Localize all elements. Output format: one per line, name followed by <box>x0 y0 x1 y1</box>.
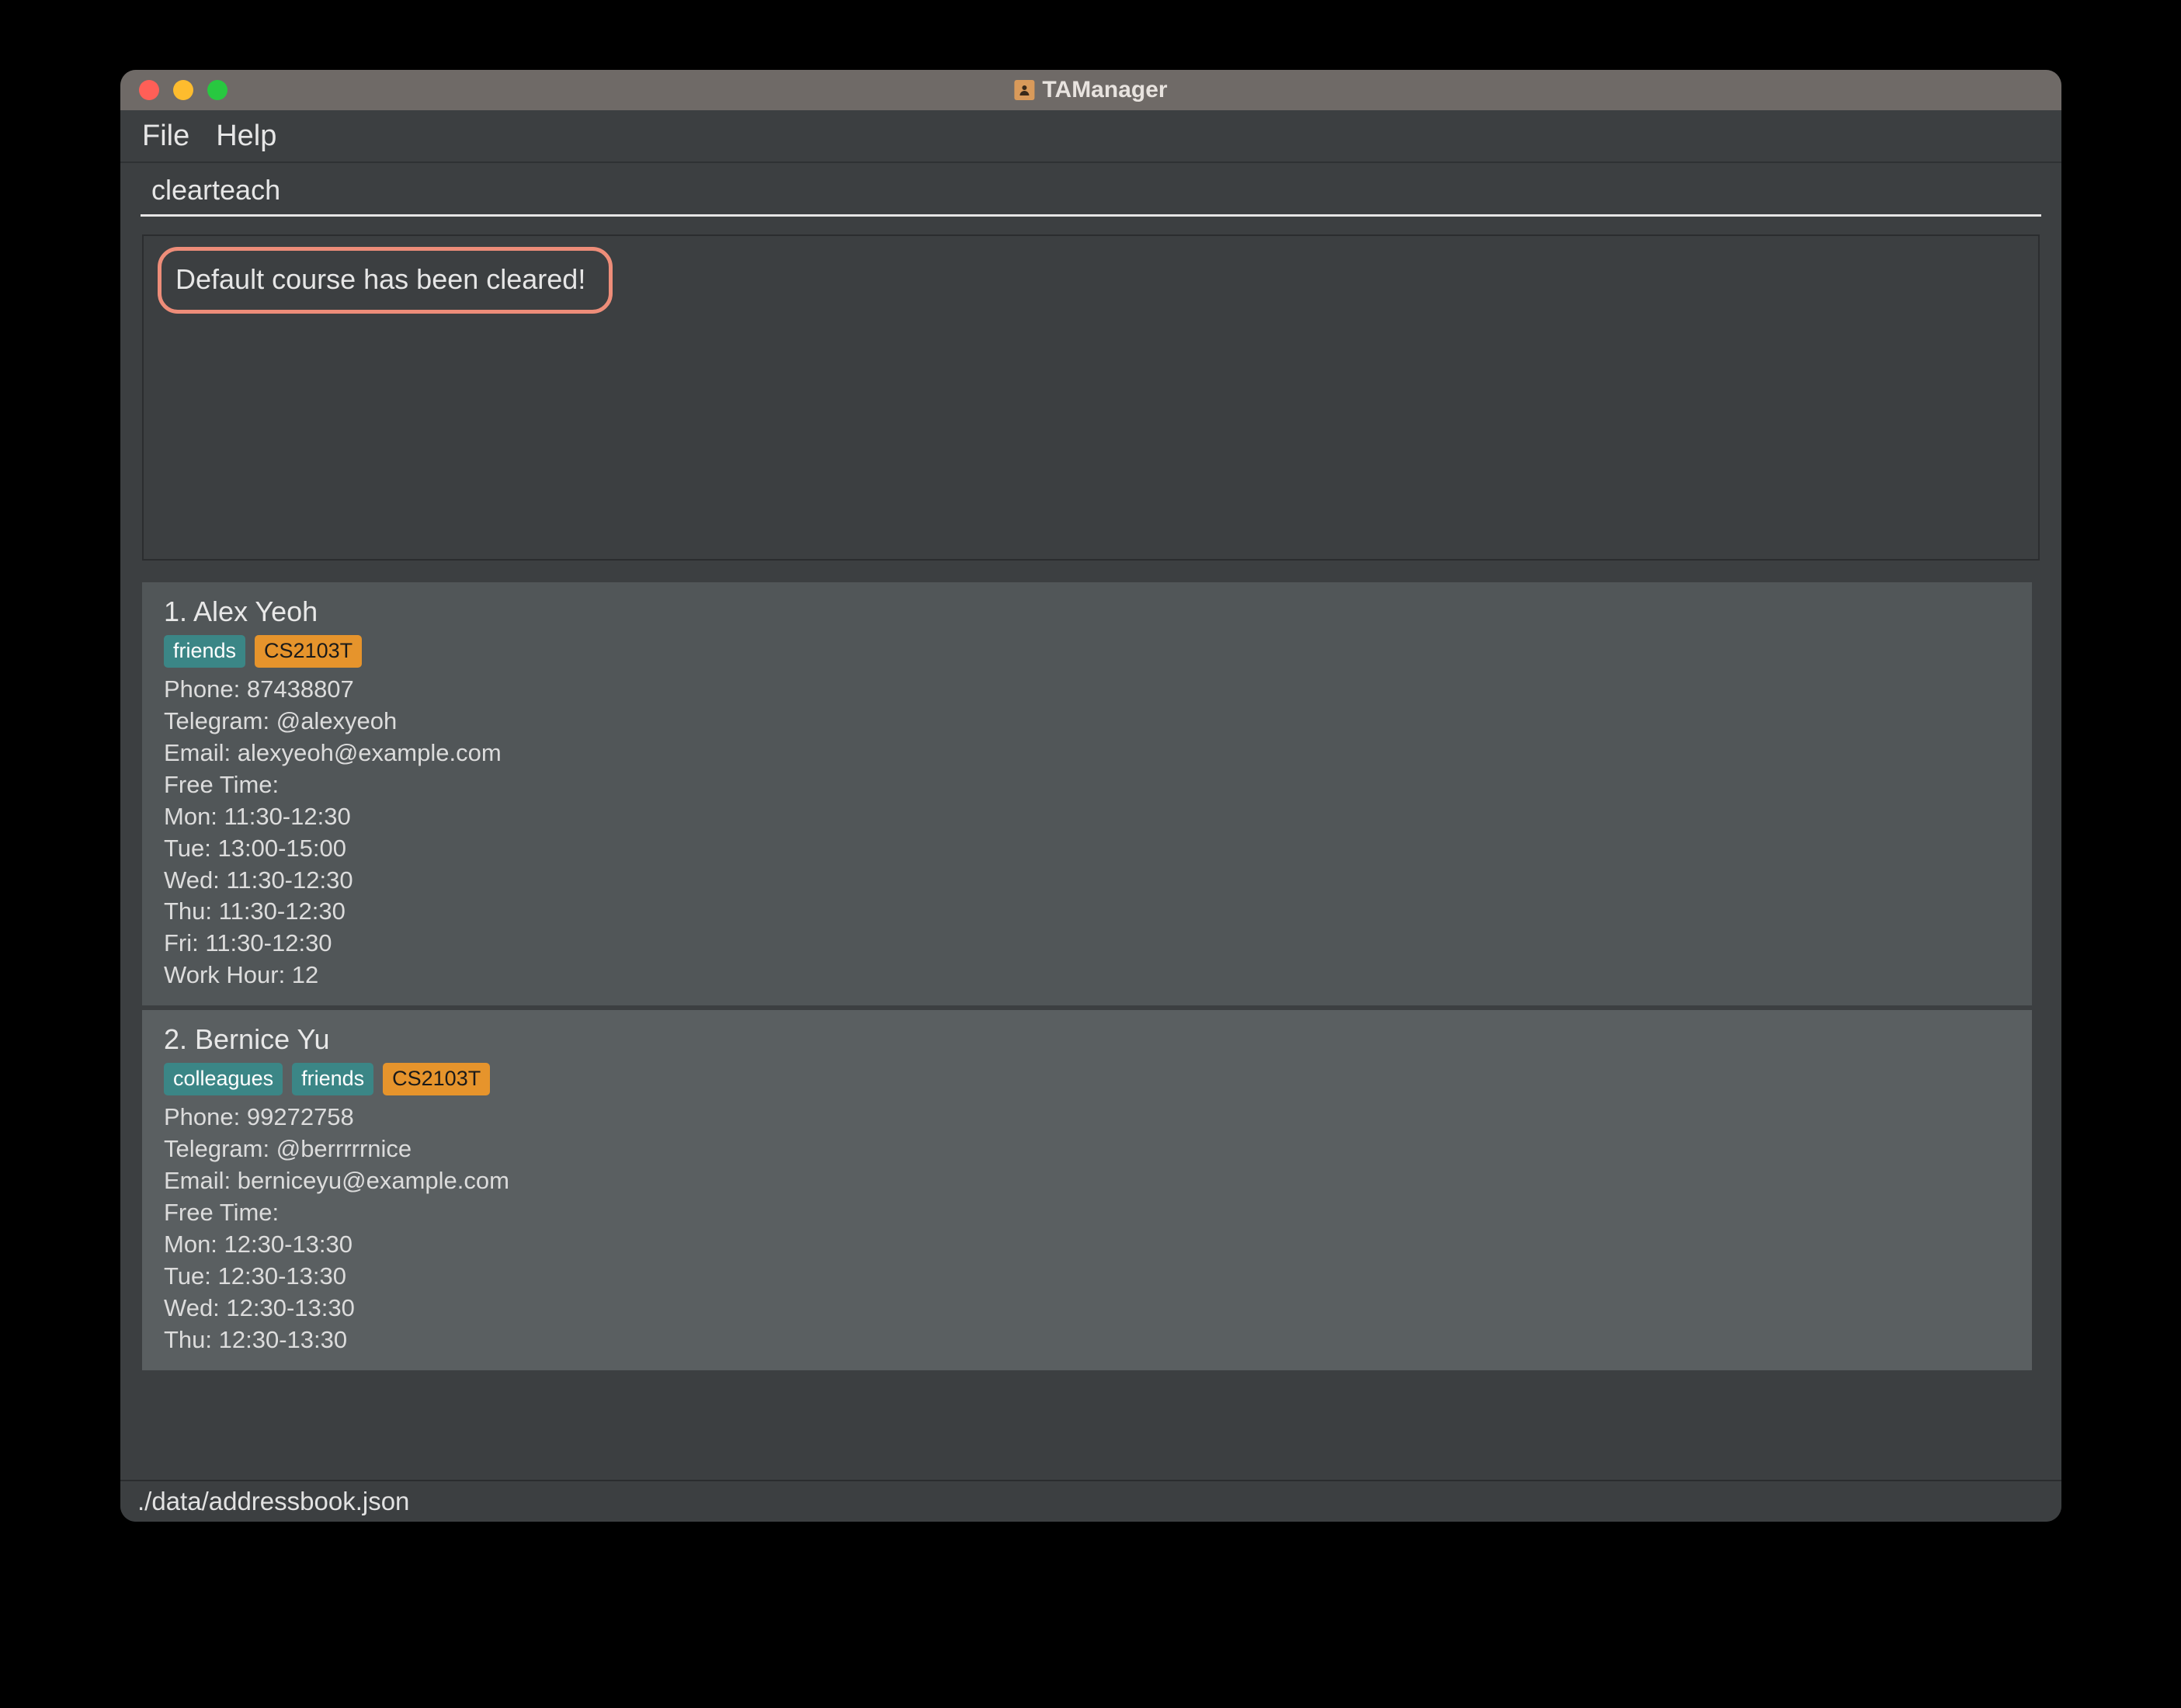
tag-row: friends CS2103T <box>164 635 2010 668</box>
person-phone: Phone: 99272758 <box>164 1102 2010 1133</box>
tag-row: colleagues friends CS2103T <box>164 1063 2010 1096</box>
window-title-group: TAManager <box>1014 77 1167 103</box>
result-message: Default course has been cleared! <box>158 247 613 314</box>
person-list-scroll[interactable]: 1. Alex Yeoh friends CS2103T Phone: 8743880… <box>142 582 2040 1480</box>
work-hour: Work Hour: 12 <box>164 960 2010 991</box>
free-time-entry: Mon: 12:30-13:30 <box>164 1229 2010 1261</box>
person-list-area: 1. Alex Yeoh friends CS2103T Phone: 8743880… <box>142 582 2040 1480</box>
free-time-entry: Thu: 12:30-13:30 <box>164 1324 2010 1356</box>
result-panel: Default course has been cleared! <box>142 234 2040 561</box>
free-time-entry: Fri: 11:30-12:30 <box>164 928 2010 960</box>
app-window: TAManager File Help Default course has b… <box>120 70 2061 1522</box>
free-time-label: Free Time: <box>164 769 2010 801</box>
person-card[interactable]: 1. Alex Yeoh friends CS2103T Phone: 8743880… <box>142 582 2032 1005</box>
free-time-entry: Tue: 13:00-15:00 <box>164 833 2010 865</box>
person-telegram: Telegram: @alexyeoh <box>164 706 2010 738</box>
menubar: File Help <box>120 110 2061 163</box>
person-title: 2. Bernice Yu <box>164 1021 2010 1058</box>
tag: CS2103T <box>255 635 362 668</box>
free-time-entry: Tue: 12:30-13:30 <box>164 1261 2010 1293</box>
tag: CS2103T <box>383 1063 490 1096</box>
tag: colleagues <box>164 1063 283 1096</box>
menu-file[interactable]: File <box>142 120 189 153</box>
person-email: Email: berniceyu@example.com <box>164 1165 2010 1197</box>
free-time-entry: Wed: 11:30-12:30 <box>164 865 2010 897</box>
free-time-label: Free Time: <box>164 1197 2010 1229</box>
titlebar: TAManager <box>120 70 2061 110</box>
statusbar-path: ./data/addressbook.json <box>137 1487 409 1516</box>
person-telegram: Telegram: @berrrrrnice <box>164 1133 2010 1165</box>
maximize-icon[interactable] <box>207 80 227 100</box>
person-title: 1. Alex Yeoh <box>164 593 2010 630</box>
window-title: TAManager <box>1042 77 1167 103</box>
person-card[interactable]: 2. Bernice Yu colleagues friends CS2103T Pho… <box>142 1010 2032 1370</box>
tag: friends <box>164 635 245 668</box>
window-controls <box>139 80 227 100</box>
minimize-icon[interactable] <box>173 80 193 100</box>
menu-help[interactable]: Help <box>216 120 276 153</box>
statusbar: ./data/addressbook.json <box>120 1480 2061 1522</box>
person-phone: Phone: 87438807 <box>164 674 2010 706</box>
person-email: Email: alexyeoh@example.com <box>164 738 2010 769</box>
command-input[interactable] <box>141 169 2041 217</box>
app-icon <box>1014 80 1034 100</box>
close-icon[interactable] <box>139 80 159 100</box>
free-time-entry: Wed: 12:30-13:30 <box>164 1293 2010 1324</box>
tag: friends <box>292 1063 373 1096</box>
free-time-entry: Thu: 11:30-12:30 <box>164 896 2010 928</box>
command-row <box>120 163 2061 222</box>
free-time-entry: Mon: 11:30-12:30 <box>164 801 2010 833</box>
